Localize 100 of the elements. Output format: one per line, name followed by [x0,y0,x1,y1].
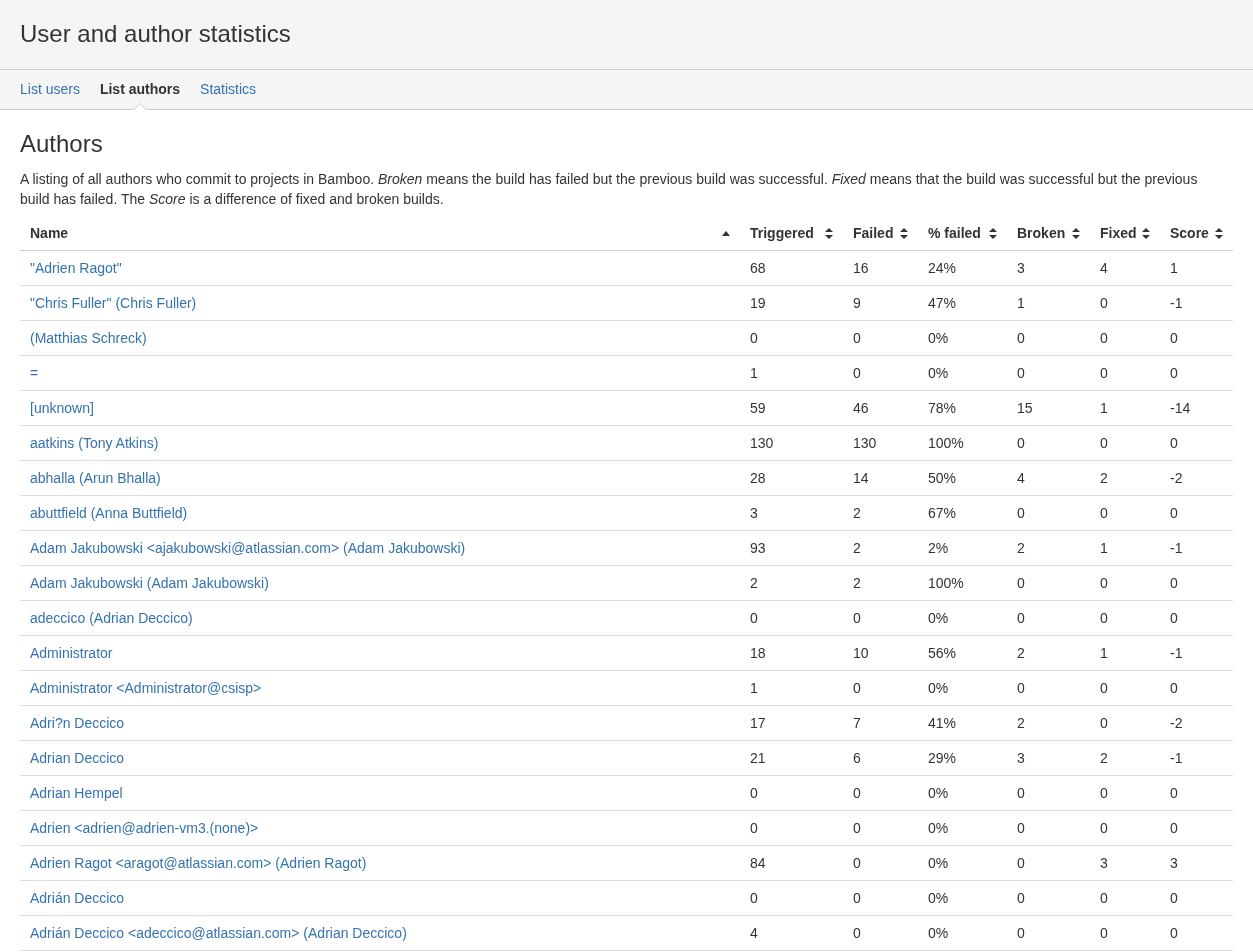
nav-tab[interactable]: Statistics [190,70,267,109]
author-link[interactable]: Administrator <Administrator@csisp> [30,680,262,696]
table-cell: 100% [928,575,964,591]
table-cell: -1 [1170,295,1183,311]
table-cell: 0 [1017,365,1025,381]
author-link[interactable]: Adrián Deccico <adeccico@atlassian.com> (Adrian Deccico) [30,925,407,941]
table-cell: 0 [1100,820,1108,836]
table-cell: 0 [1170,820,1178,836]
table-cell: 0 [853,610,861,626]
section-heading: Authors [20,130,104,158]
table-cell: 0 [1017,505,1025,521]
table-cell: 3 [1170,855,1178,871]
table-cell: 1 [1170,260,1178,276]
table-cell: 130 [853,435,877,451]
table-cell: 0% [928,365,949,381]
column-header[interactable]: Name [30,225,69,241]
table-cell: 0 [750,820,758,836]
table-cell: 0 [750,890,758,906]
author-link[interactable]: = [30,365,39,381]
table-cell: 0 [1017,610,1025,626]
page-title: User and author statistics [20,19,292,49]
table-cell: 0 [1017,925,1025,941]
author-link[interactable]: Adrián Deccico [30,890,125,906]
author-link[interactable]: (Matthias Schreck) [30,330,147,346]
table-cell: -1 [1170,750,1183,766]
nav-tab[interactable]: List authors [89,70,191,109]
author-link[interactable]: Administrator [30,645,113,661]
table-cell: 21 [750,750,766,766]
author-link[interactable]: abhalla (Arun Bhalla) [30,470,161,486]
table-cell: 3 [1017,750,1025,766]
table-cell: 0 [750,330,758,346]
table-cell: 0 [853,925,861,941]
table-cell: -1 [1170,645,1183,661]
nav-tab[interactable]: List users [10,70,90,109]
table-cell: 1 [750,680,758,696]
table-cell: 0 [1100,715,1108,731]
table-cell: 15 [1017,400,1033,416]
table-cell: 4 [1100,260,1108,276]
table-cell: 50% [928,470,957,486]
author-link[interactable]: Adrian Deccico [30,750,125,766]
author-link[interactable]: Adrien <adrien@adrien-vm3.(none)> [30,820,259,836]
table-cell: 0 [853,785,861,801]
table-cell: 2 [853,575,861,591]
table-cell: -2 [1170,715,1183,731]
table-cell: 14 [853,470,869,486]
author-link[interactable]: Adri?n Deccico [30,715,125,731]
table-cell: -1 [1170,540,1183,556]
table-cell: 84 [750,855,766,871]
column-header[interactable]: Fixed [1100,225,1137,241]
table-cell: 0 [1170,575,1178,591]
author-link[interactable]: Adrian Hempel [30,785,123,801]
table-cell: 17 [750,715,766,731]
table-cell: 7 [853,715,861,731]
table-cell: 0% [928,820,949,836]
table-cell: 0 [1170,680,1178,696]
column-header[interactable]: Broken [1017,225,1066,241]
table-cell: 0 [1100,365,1108,381]
column-header[interactable]: Score [1170,225,1209,241]
table-cell: 0 [1170,925,1178,941]
author-link[interactable]: adeccico (Adrian Deccico) [30,610,193,626]
column-header[interactable]: Triggered [750,225,814,241]
table-cell: 0 [1170,890,1178,906]
table-cell: 67% [928,505,957,521]
table-cell: 2 [1017,645,1025,661]
author-link[interactable]: "Chris Fuller" (Chris Fuller) [30,295,197,311]
table-cell: 41% [928,715,957,731]
description-text: A listing of all authors who commit to projects in Bamboo. Broken means the build has failed but the previous build was successful. Fixed means that the build was successful but the previous build has failed. The Score is a difference of fixed and broken builds. [20,170,1199,209]
column-header[interactable]: Failed [853,225,894,241]
table-cell: 0% [928,925,949,941]
table-cell: 0 [1170,435,1178,451]
author-link[interactable]: Adam Jakubowski <ajakubowski@atlassian.com> (Adam Jakubowski) [30,540,466,556]
table-cell: 56% [928,645,957,661]
table-cell: 59 [750,400,766,416]
author-link[interactable]: aatkins (Tony Atkins) [30,435,159,451]
column-header[interactable]: % failed [928,225,981,241]
table-cell: 1 [1100,645,1108,661]
table-cell: 0 [1017,785,1025,801]
author-link[interactable]: "Adrien Ragot" [30,260,122,276]
table-cell: 19 [750,295,766,311]
author-link[interactable]: Adam Jakubowski (Adam Jakubowski) [30,575,269,591]
table-cell: 1 [1017,295,1025,311]
table-cell: 3 [750,505,758,521]
table-cell: 0 [1017,890,1025,906]
table-cell: 100% [928,435,964,451]
table-cell: 2% [928,540,949,556]
table-cell: 0 [1017,330,1025,346]
table-cell: 46 [853,400,869,416]
table-cell: 47% [928,295,957,311]
table-cell: -14 [1170,400,1191,416]
author-link[interactable]: Adrien Ragot <aragot@atlassian.com> (Adrien Ragot) [30,855,367,871]
table-cell: 0 [853,855,861,871]
table-cell: 0 [1100,435,1108,451]
table-cell: 16 [853,260,869,276]
table-cell: 0 [1017,855,1025,871]
table-cell: 93 [750,540,766,556]
author-link[interactable]: abuttfield (Anna Buttfield) [30,505,188,521]
table-cell: 0 [1100,785,1108,801]
table-cell: 1 [1100,540,1108,556]
table-cell: 1 [750,365,758,381]
author-link[interactable]: [unknown] [30,400,94,416]
